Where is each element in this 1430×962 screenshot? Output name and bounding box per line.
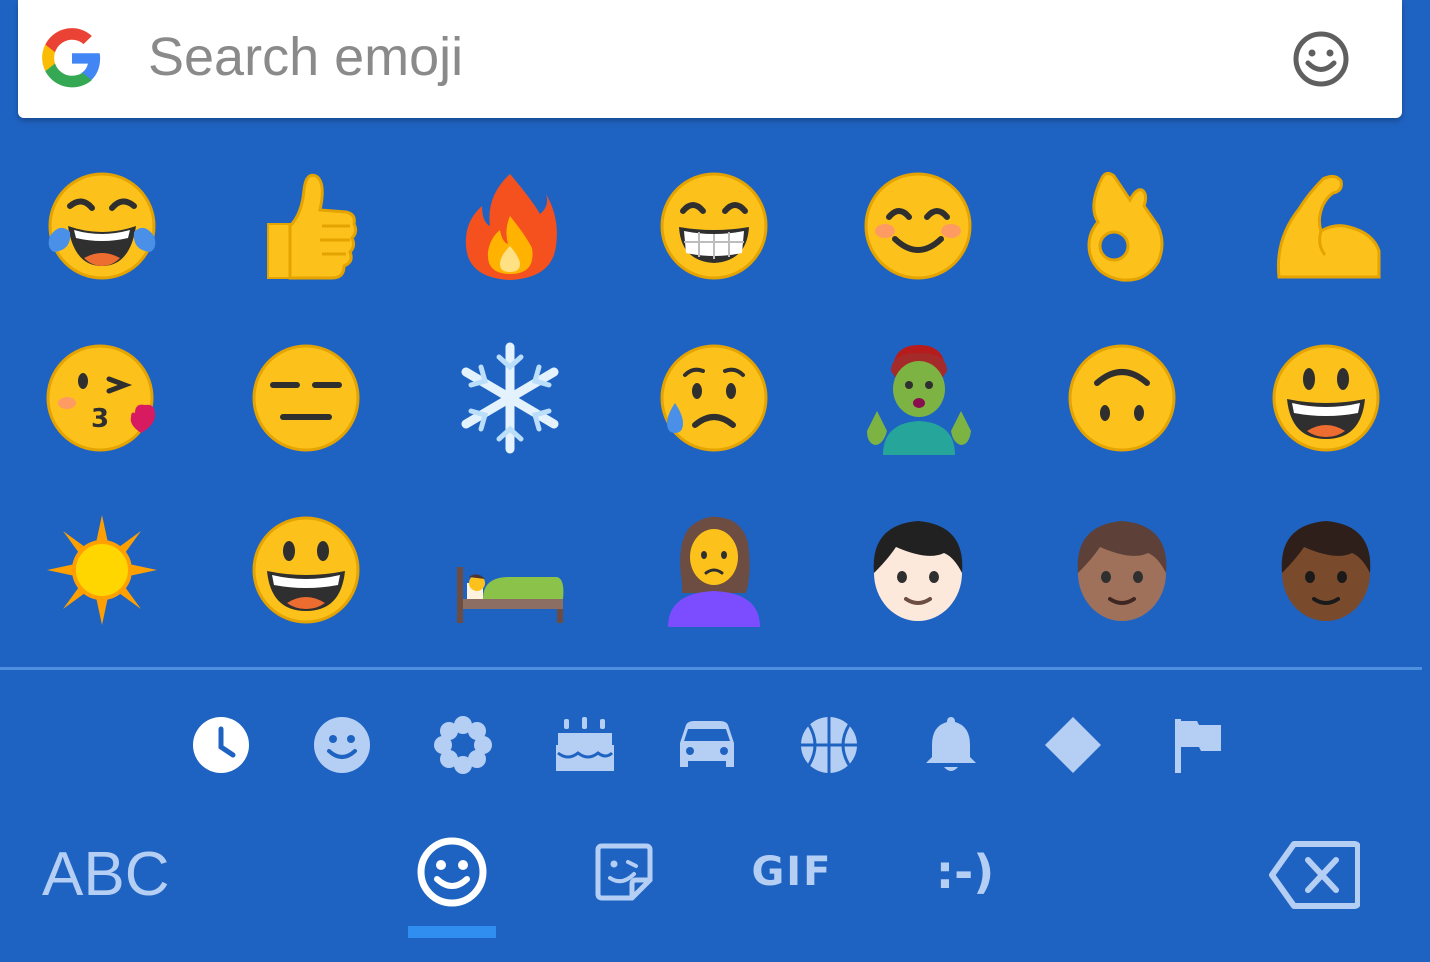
bell-icon (926, 717, 976, 771)
zombie-emoji (867, 345, 971, 455)
emoji-key[interactable] (1224, 312, 1428, 484)
ok-hand-emoji (1087, 171, 1164, 282)
category-smileys[interactable] (307, 710, 377, 780)
boy-light-skin-emoji (873, 521, 963, 621)
flower-icon (434, 716, 492, 774)
emoji-key[interactable] (408, 312, 612, 484)
emoji-key[interactable] (0, 140, 204, 312)
snowflake-emoji (461, 342, 559, 454)
category-bar (0, 700, 1430, 796)
sad-relieved-face-emoji (660, 344, 768, 452)
emoji-key[interactable] (1224, 140, 1428, 312)
flexed-biceps-emoji (1276, 174, 1381, 279)
backspace-button[interactable] (1266, 838, 1362, 912)
abc-key[interactable]: ABC (42, 840, 169, 910)
car-icon (680, 721, 734, 767)
emoji-key[interactable] (816, 484, 1020, 656)
emoji-row (0, 484, 1430, 656)
emoji-key[interactable] (408, 484, 612, 656)
smiling-eyes-emoji (864, 172, 972, 280)
emoji-key[interactable] (204, 140, 408, 312)
beaming-face-emoji (660, 172, 768, 280)
emoticon-label: :-) (935, 845, 995, 899)
smiley-outline-icon (417, 837, 487, 907)
sticker-tab-button[interactable] (590, 838, 658, 906)
gif-tab-button[interactable]: GIF (740, 840, 844, 904)
search-input[interactable]: Search emoji (148, 24, 463, 90)
emoji-key[interactable] (1224, 484, 1428, 656)
category-travel[interactable] (672, 710, 742, 780)
category-nature[interactable] (428, 710, 498, 780)
tears-of-joy-emoji (48, 172, 156, 280)
sticker-icon (595, 843, 653, 901)
category-activities[interactable] (794, 710, 864, 780)
emoji-key[interactable] (612, 312, 816, 484)
grinning-big-eyes-emoji (1272, 344, 1380, 452)
emoji-key[interactable] (612, 140, 816, 312)
bottom-bar: ABC GIF :-) (0, 820, 1430, 962)
category-recent[interactable] (186, 710, 256, 780)
grinning-face-emoji (252, 516, 360, 624)
category-food[interactable] (550, 710, 620, 780)
flag-icon (1175, 719, 1221, 773)
category-objects[interactable] (916, 710, 986, 780)
category-flags[interactable] (1162, 710, 1232, 780)
emoji-key[interactable] (816, 140, 1020, 312)
divider (0, 667, 1422, 670)
emoji-key[interactable] (0, 484, 204, 656)
expressionless-face-emoji (252, 344, 360, 452)
emoji-key[interactable] (816, 312, 1020, 484)
emoji-key[interactable] (612, 484, 816, 656)
emoji-key[interactable] (204, 312, 408, 484)
emoji-row (0, 140, 1430, 312)
search-bar[interactable]: Search emoji (18, 0, 1402, 118)
upside-down-face-emoji (1068, 344, 1176, 452)
basketball-icon (801, 717, 857, 773)
category-symbols[interactable] (1038, 710, 1108, 780)
emoticon-tab-button[interactable]: :-) (920, 834, 1010, 910)
emoji-tab-button[interactable] (412, 832, 492, 912)
emoji-key[interactable] (1020, 312, 1224, 484)
thumbs-up-emoji (267, 173, 358, 280)
smiley-outline-icon[interactable] (1290, 28, 1352, 90)
google-g-icon (42, 28, 101, 88)
emoji-key[interactable] (408, 140, 612, 312)
svg-text:3: 3 (91, 404, 109, 434)
active-tab-indicator (408, 926, 496, 938)
backspace-icon (1269, 841, 1360, 909)
emoji-key[interactable] (1020, 484, 1224, 656)
person-in-bed-emoji (457, 567, 564, 623)
emoji-key[interactable]: 3 (0, 312, 204, 484)
emoji-row: 3 (0, 312, 1430, 484)
emoji-key[interactable] (204, 484, 408, 656)
gif-label: GIF (751, 849, 833, 895)
boy-dark-skin-emoji (1281, 521, 1371, 621)
smiley-icon (314, 717, 370, 773)
emoji-grid: 3 (0, 140, 1430, 660)
cake-icon (556, 717, 614, 771)
boy-medium-skin-emoji (1077, 521, 1167, 621)
face-blowing-kiss-emoji: 3 (46, 344, 155, 452)
fire-emoji (465, 174, 557, 280)
diamond-icon (1045, 717, 1101, 773)
sun-emoji (47, 515, 157, 625)
emoji-key[interactable] (1020, 140, 1224, 312)
clock-icon (193, 717, 249, 773)
emoji-keyboard: Search emoji 3 ABC GIF:-) (0, 0, 1430, 962)
person-pouting-emoji (668, 516, 760, 627)
